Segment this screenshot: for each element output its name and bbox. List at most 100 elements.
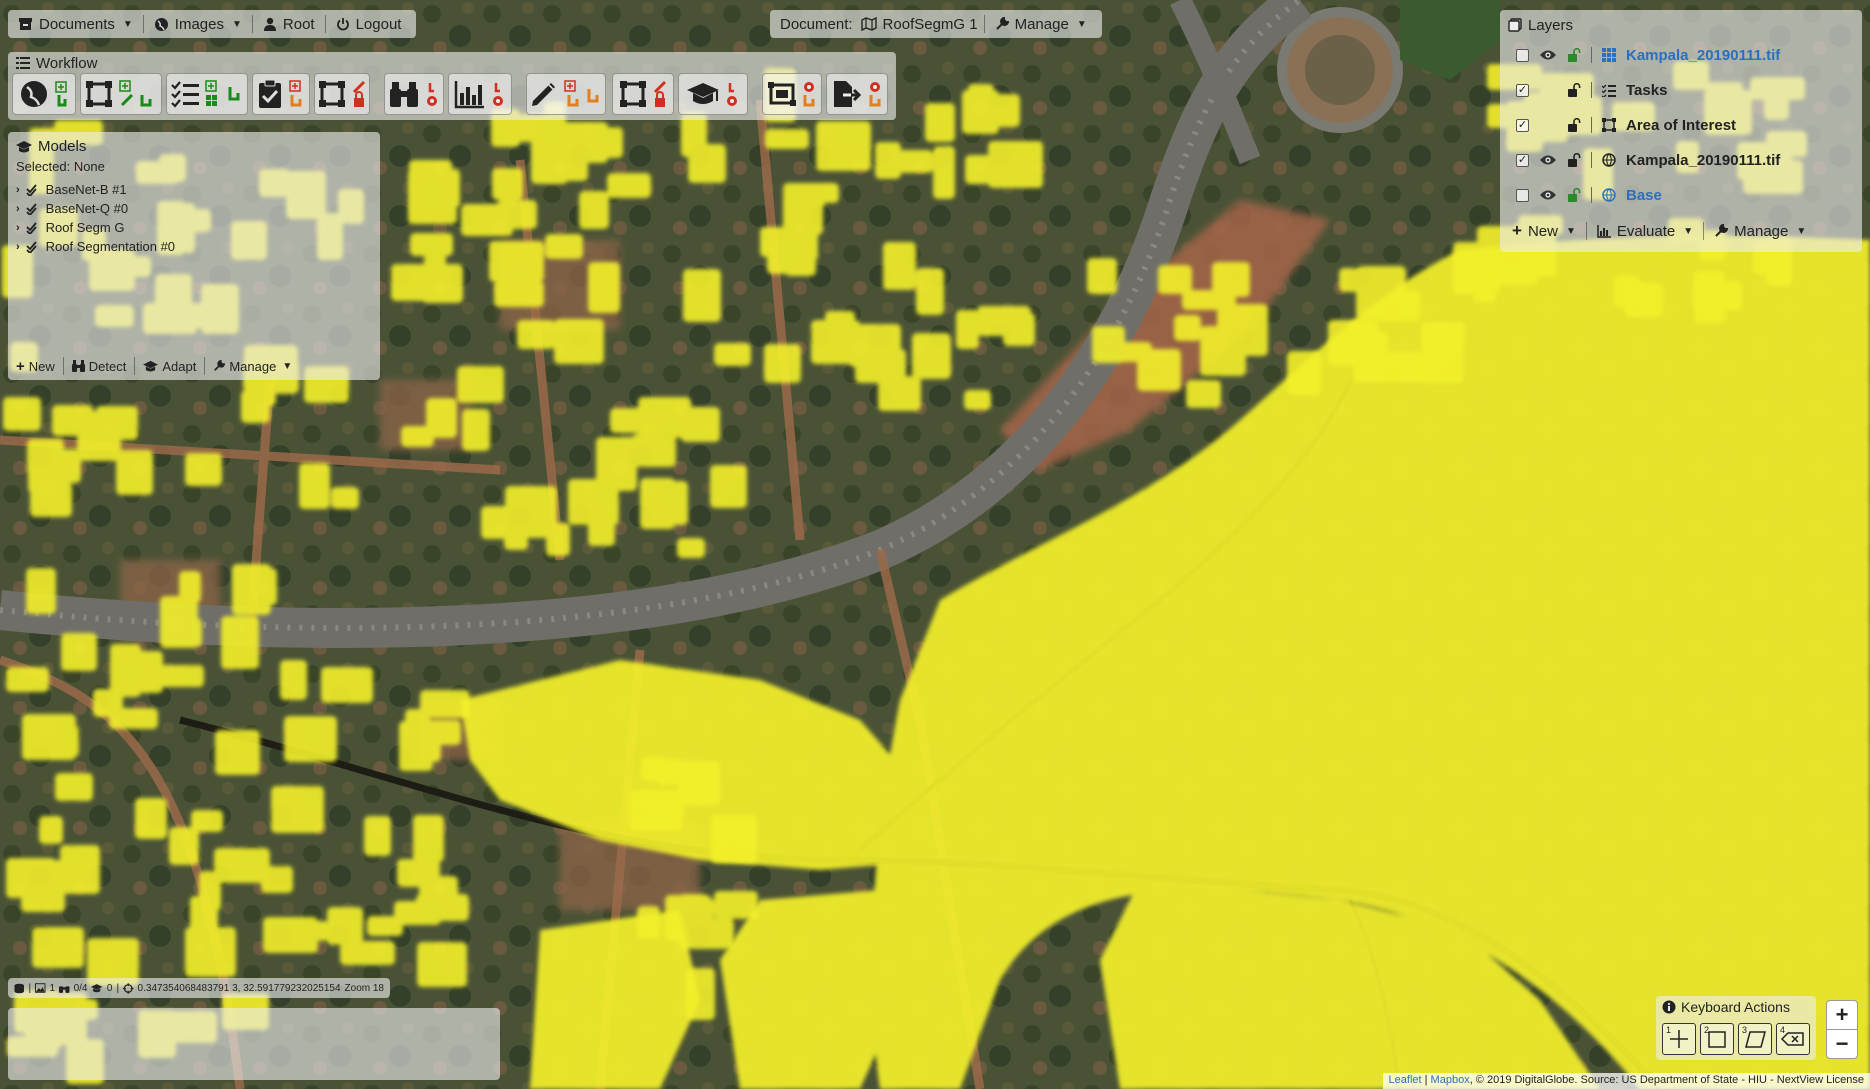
roof-segment xyxy=(1624,283,1663,317)
unlock-icon[interactable] xyxy=(1567,188,1581,202)
caret-down-icon: ▼ xyxy=(1565,225,1576,237)
layer-checkbox[interactable]: ✓ xyxy=(1516,153,1529,167)
crosshair-icon xyxy=(1670,1030,1688,1048)
roof-segment xyxy=(714,343,751,366)
roof-segment xyxy=(977,306,1031,336)
inspect-button[interactable] xyxy=(526,73,606,115)
annotate-button[interactable] xyxy=(80,73,162,115)
documents-menu[interactable]: Documents ▼ xyxy=(12,11,139,37)
roof-segment xyxy=(1353,332,1388,382)
plus-icon: + xyxy=(1512,221,1522,240)
zoom-out-button[interactable]: − xyxy=(1826,1029,1858,1059)
models-header: Models xyxy=(8,132,380,156)
evaluate-layer-menu[interactable]: Evaluate ▼ xyxy=(1591,218,1699,244)
model-item[interactable]: › Roof Segm G xyxy=(8,218,380,237)
document-manage-menu[interactable]: Manage ▼ xyxy=(989,11,1093,37)
roof-segment xyxy=(6,858,56,898)
validate-button[interactable] xyxy=(252,73,310,115)
logout-button[interactable]: Logout xyxy=(330,11,408,37)
roof-segment xyxy=(116,450,153,495)
train-button[interactable] xyxy=(678,73,748,115)
images-menu[interactable]: Images ▼ xyxy=(148,11,248,37)
new-model-button[interactable]: + New xyxy=(12,353,59,379)
layer-row[interactable]: Base xyxy=(1508,180,1854,210)
eye-icon[interactable] xyxy=(1539,49,1557,61)
crop-export-button[interactable] xyxy=(762,73,822,115)
area-of-interest-button[interactable] xyxy=(314,73,370,115)
unlock-icon[interactable] xyxy=(1567,48,1581,62)
layer-row[interactable]: ✓ Area of Interest xyxy=(1508,110,1854,140)
roof-segment xyxy=(179,571,201,603)
key-1-crosshair-button[interactable]: 1 xyxy=(1662,1023,1696,1055)
detect-button[interactable] xyxy=(384,73,444,115)
layer-row[interactable]: ✓ Tasks xyxy=(1508,75,1854,105)
key-4-delete-button[interactable]: 4 xyxy=(1776,1023,1810,1055)
adapt-model-button[interactable]: Adapt xyxy=(139,353,200,379)
manage-label: Manage xyxy=(1734,222,1789,240)
gear-hand-icon xyxy=(803,82,815,107)
manage-models-menu[interactable]: Manage ▼ xyxy=(209,353,296,379)
caret-down-icon: ▼ xyxy=(231,18,242,30)
images-label: Images xyxy=(174,15,224,33)
key-3-polygon-button[interactable]: 3 xyxy=(1738,1023,1772,1055)
export-button[interactable] xyxy=(826,73,888,115)
layer-name: Kampala_20190111.tif xyxy=(1626,46,1781,64)
chevron-right-icon[interactable]: › xyxy=(16,184,20,196)
leaflet-link[interactable]: Leaflet xyxy=(1389,1074,1422,1086)
detect-model-button[interactable]: Detect xyxy=(68,353,131,379)
document-prefix: Document: xyxy=(780,15,853,33)
layer-checkbox[interactable] xyxy=(1516,188,1529,202)
map-icon xyxy=(860,17,877,31)
gear-red-icon xyxy=(427,83,437,106)
user-root[interactable]: Root xyxy=(257,11,321,37)
model-item[interactable]: › BaseNet-B #1 xyxy=(8,180,380,199)
document-name: RoofSegmG 1 xyxy=(882,15,978,33)
evaluate-button[interactable] xyxy=(448,73,512,115)
roof-segment xyxy=(261,866,293,893)
chevron-right-icon[interactable]: › xyxy=(16,222,20,234)
graduation-cap-icon xyxy=(687,83,719,104)
new-layer-menu[interactable]: + New ▼ xyxy=(1506,218,1582,244)
divider xyxy=(324,15,326,33)
layer-divider xyxy=(1591,47,1592,63)
mapbox-link[interactable]: Mapbox xyxy=(1431,1074,1470,1086)
layers-footer: + New ▼ Evaluate ▼ Manage ▼ xyxy=(1506,218,1812,244)
roof-segment xyxy=(1287,351,1321,395)
document-name-button[interactable]: RoofSegmG 1 xyxy=(859,11,980,37)
unlock-icon[interactable] xyxy=(1567,118,1581,132)
layer-row[interactable]: Kampala_20190111.tif xyxy=(1508,40,1854,70)
eye-icon[interactable] xyxy=(1539,189,1557,201)
roof-segment xyxy=(55,773,93,801)
roof-segment xyxy=(793,183,839,203)
key-2-rectangle-button[interactable]: 2 xyxy=(1700,1023,1734,1055)
manage-layers-menu[interactable]: Manage ▼ xyxy=(1708,218,1812,244)
roof-segment xyxy=(41,449,81,483)
plus-icon: + xyxy=(16,357,25,375)
roof-segment xyxy=(765,129,809,149)
tasks-button[interactable] xyxy=(166,73,248,115)
map-attribution: Leaflet | Mapbox, © 2019 DigitalGlobe. S… xyxy=(1382,1073,1870,1089)
model-item[interactable]: › Roof Segmentation #0 xyxy=(8,237,380,256)
roof-segment xyxy=(710,465,747,508)
power-icon xyxy=(336,18,349,31)
chevron-right-icon[interactable]: › xyxy=(16,203,20,215)
model-label: Roof Segm G xyxy=(45,220,125,235)
layer-row[interactable]: ✓ Kampala_20190111.tif xyxy=(1508,145,1854,175)
gear-red-icon xyxy=(493,83,503,106)
eye-icon[interactable] xyxy=(1539,154,1557,166)
roof-segment xyxy=(764,344,801,383)
layer-checkbox[interactable]: ✓ xyxy=(1516,118,1529,132)
georeference-button[interactable] xyxy=(12,73,76,115)
zoom-in-button[interactable]: + xyxy=(1826,1000,1858,1030)
unlock-icon[interactable] xyxy=(1567,83,1581,97)
polygon-edit-button[interactable] xyxy=(612,73,674,115)
chevron-right-icon[interactable]: › xyxy=(16,241,20,253)
layer-checkbox[interactable] xyxy=(1516,48,1529,62)
layer-checkbox[interactable]: ✓ xyxy=(1516,83,1529,97)
model-label: BaseNet-B #1 xyxy=(45,182,127,197)
unlock-icon[interactable] xyxy=(1567,153,1581,167)
layers-panel: Layers Kampala_20190111.tif ✓ Tasks ✓ Area o… xyxy=(1500,10,1862,252)
caret-down-icon: ▼ xyxy=(1796,225,1807,237)
roof-segment xyxy=(253,381,276,406)
model-item[interactable]: › BaseNet-Q #0 xyxy=(8,199,380,218)
